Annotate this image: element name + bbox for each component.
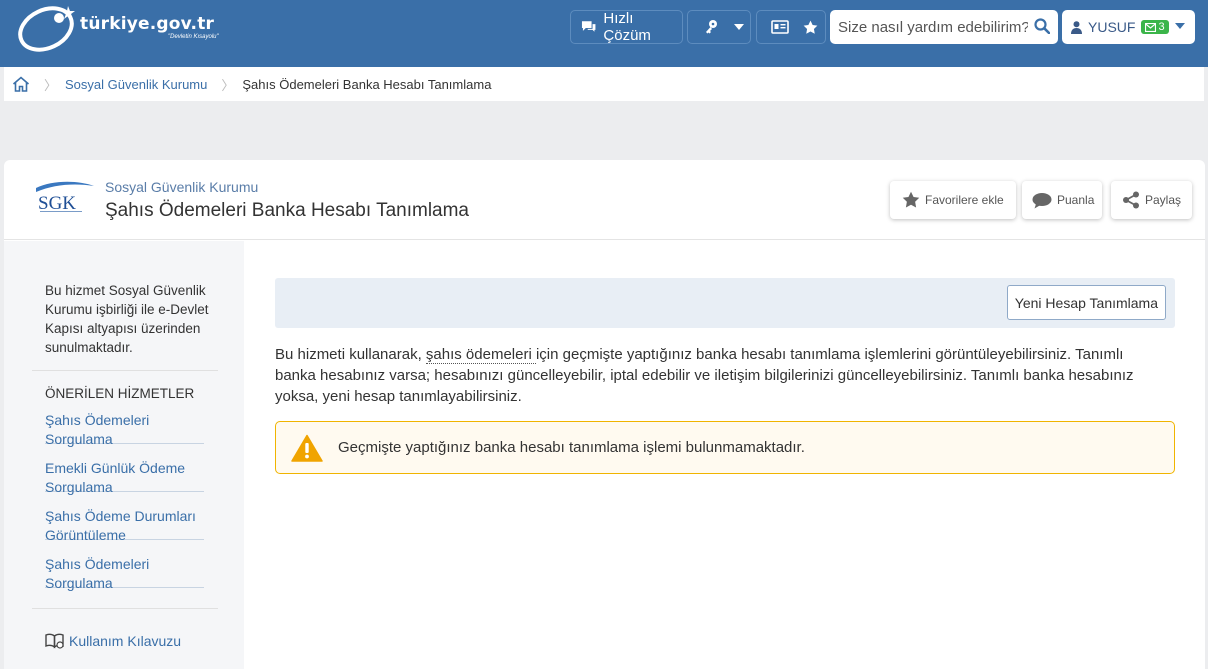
logo-slogan: "Devletin Kısayolu" xyxy=(168,34,219,40)
breadcrumb-institution[interactable]: Sosyal Güvenlik Kurumu xyxy=(65,77,207,92)
search-box xyxy=(830,10,1058,44)
user-manual-link[interactable]: Kullanım Kılavuzu xyxy=(45,633,181,649)
id-card-icon xyxy=(771,20,789,34)
recommended-item[interactable]: Şahıs Ödemeleri Sorgulama xyxy=(45,411,204,447)
sgk-logo: SGK xyxy=(36,181,94,214)
comment-icon xyxy=(1032,192,1052,208)
service-card: SGK Sosyal Güvenlik Kurumu Şahıs Ödemele… xyxy=(4,160,1205,669)
warning-icon xyxy=(291,434,323,462)
action-toolbar: Yeni Hesap Tanımlama xyxy=(275,278,1175,328)
recommended-item[interactable]: Emekli Günlük Ödeme Sorgulama xyxy=(45,459,204,495)
fast-solution-label: Hızlı Çözüm xyxy=(603,10,651,44)
breadcrumb-separator: 〉 xyxy=(221,77,235,93)
share-button[interactable]: Paylaş xyxy=(1111,181,1192,219)
share-icon xyxy=(1123,191,1139,209)
logo-text: türkiye.gov.tr xyxy=(80,14,215,34)
recommended-item[interactable]: Şahıs Ödemeleri Sorgulama xyxy=(45,555,204,591)
star-icon xyxy=(803,20,818,34)
book-icon xyxy=(45,633,64,649)
term-tooltip[interactable]: şahıs ödemeleri xyxy=(425,346,536,364)
service-description: Bu hizmeti kullanarak, şahıs ödemeleri i… xyxy=(275,344,1165,407)
warning-alert: Geçmişte yaptığınız banka hesabı tanımla… xyxy=(275,421,1175,474)
service-provider-info: Bu hizmet Sosyal Güvenlik Kurumu işbirli… xyxy=(45,283,209,355)
envelope-icon xyxy=(1145,22,1157,32)
chevron-down-icon xyxy=(734,24,744,30)
identity-favorites-button[interactable] xyxy=(756,10,826,44)
recommended-item[interactable]: Şahıs Ödeme Durumları Görüntüleme xyxy=(45,507,204,543)
new-account-button[interactable]: Yeni Hesap Tanımlama xyxy=(1006,285,1166,320)
user-icon xyxy=(1071,20,1082,34)
user-name: YUSUF xyxy=(1088,19,1136,35)
star-icon xyxy=(902,191,920,208)
message-badge[interactable]: 3 xyxy=(1141,20,1169,34)
warning-message: Geçmişte yaptığınız banka hesabı tanımla… xyxy=(338,439,805,456)
sidebar-divider xyxy=(32,370,218,371)
rate-label: Puanla xyxy=(1057,193,1095,207)
sgk-logo-text: SGK xyxy=(38,193,76,214)
institution-name[interactable]: Sosyal Güvenlik Kurumu xyxy=(105,179,258,195)
breadcrumb-separator: 〉 xyxy=(44,77,58,93)
sidebar: Bu hizmet Sosyal Güvenlik Kurumu işbirli… xyxy=(4,241,244,669)
home-icon[interactable] xyxy=(12,76,30,92)
user-menu-button[interactable]: YUSUF 3 xyxy=(1062,10,1195,44)
add-favorite-button[interactable]: Favorilere ekle xyxy=(890,181,1016,219)
chat-icon xyxy=(581,21,596,32)
top-header: türkiye.gov.tr "Devletin Kısayolu" Hızlı… xyxy=(0,0,1208,67)
search-input[interactable] xyxy=(838,10,1028,44)
turkiye-logo-icon xyxy=(18,6,75,52)
description-text: Bu hizmeti kullanarak, xyxy=(275,346,426,363)
service-title: Şahıs Ödemeleri Banka Hesabı Tanımlama xyxy=(105,200,469,221)
recommended-heading: ÖNERİLEN HİZMETLER xyxy=(45,386,195,401)
share-label: Paylaş xyxy=(1145,193,1182,207)
fast-solution-button[interactable]: Hızlı Çözüm xyxy=(570,10,683,44)
message-count: 3 xyxy=(1158,21,1165,33)
sidebar-divider xyxy=(32,608,218,609)
key-icon xyxy=(706,20,717,34)
breadcrumb: 〉 Sosyal Güvenlik Kurumu 〉 Şahıs Ödemele… xyxy=(4,67,1204,101)
service-header: SGK Sosyal Güvenlik Kurumu Şahıs Ödemele… xyxy=(4,160,1205,240)
e-password-menu-button[interactable] xyxy=(687,10,751,44)
chevron-down-icon xyxy=(1175,23,1185,29)
search-icon[interactable] xyxy=(1034,18,1050,34)
add-favorite-label: Favorilere ekle xyxy=(925,193,1004,207)
turkiye-logo[interactable]: türkiye.gov.tr "Devletin Kısayolu" xyxy=(16,2,226,52)
breadcrumb-current: Şahıs Ödemeleri Banka Hesabı Tanımlama xyxy=(242,76,492,92)
user-manual-label: Kullanım Kılavuzu xyxy=(69,633,182,649)
rate-button[interactable]: Puanla xyxy=(1022,181,1102,219)
